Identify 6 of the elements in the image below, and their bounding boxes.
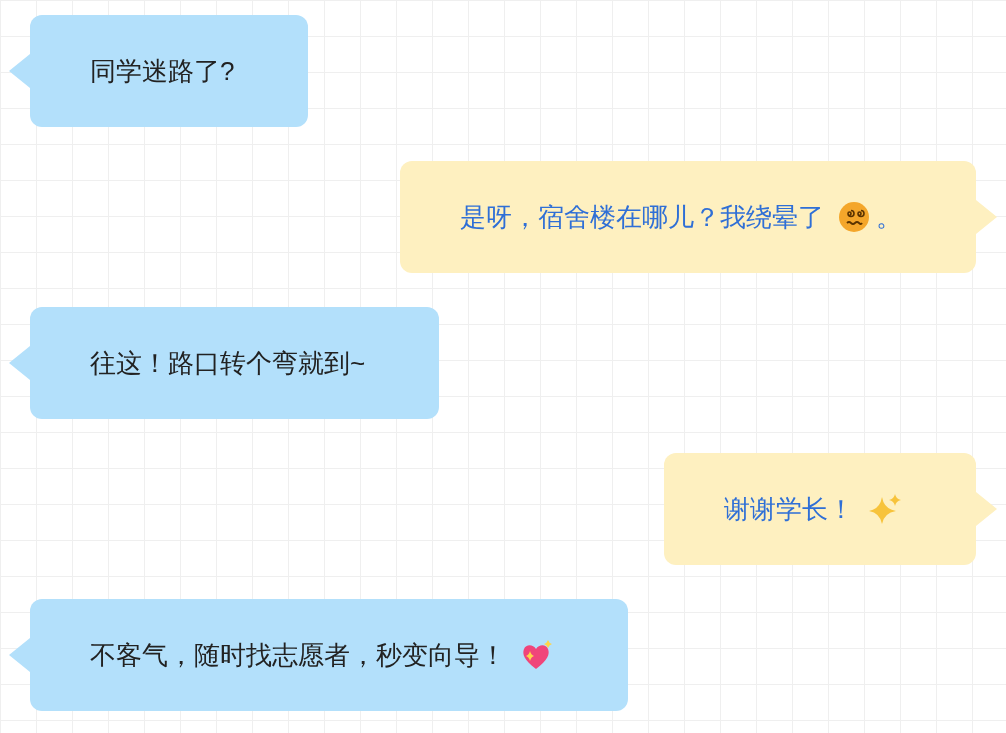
message-text: 谢谢学长！: [724, 492, 854, 526]
message-text: 是呀，宿舍楼在哪儿？我绕晕了: [460, 200, 824, 234]
message-text: 往这！路口转个弯就到~: [90, 346, 366, 380]
message-text: 同学迷路了?: [90, 54, 235, 88]
message-text: 。: [876, 200, 902, 234]
message-text: 不客气，随时找志愿者，秒变向导！: [90, 638, 506, 672]
